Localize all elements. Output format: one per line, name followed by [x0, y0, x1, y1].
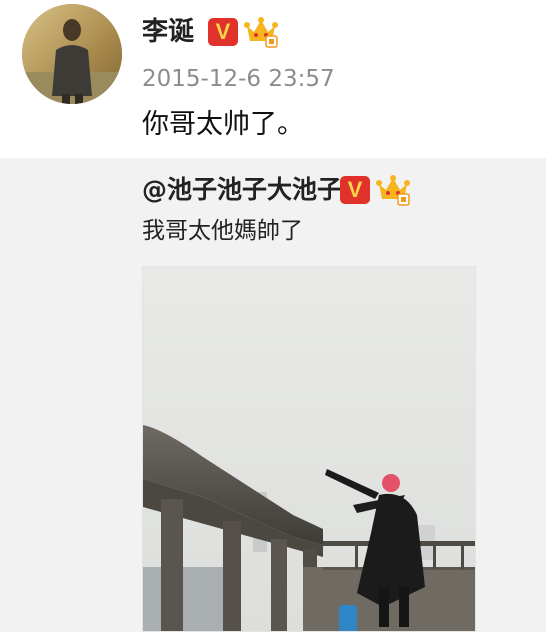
post-timestamp: 2015-12-6 23:57: [142, 66, 335, 92]
repost-photo[interactable]: [142, 266, 476, 632]
verified-v-icon: V: [340, 176, 370, 204]
vip-crown-icon: [244, 17, 278, 48]
repost-text: 我哥太他媽帥了: [142, 218, 303, 244]
post-text: 你哥太帅了。: [142, 109, 304, 140]
reposted-weibo[interactable]: @池子池子大池子 V 我哥太他媽帥了: [0, 158, 546, 632]
repost-author-name[interactable]: @池子池子大池子: [142, 174, 342, 206]
author-name[interactable]: 李诞: [142, 16, 194, 48]
verified-v-icon: V: [208, 18, 238, 46]
weibo-post: 李诞 V 2015-12-6 23:57 你哥太帅了。: [0, 0, 546, 158]
author-avatar[interactable]: [22, 4, 122, 104]
vip-crown-icon: [376, 175, 410, 206]
